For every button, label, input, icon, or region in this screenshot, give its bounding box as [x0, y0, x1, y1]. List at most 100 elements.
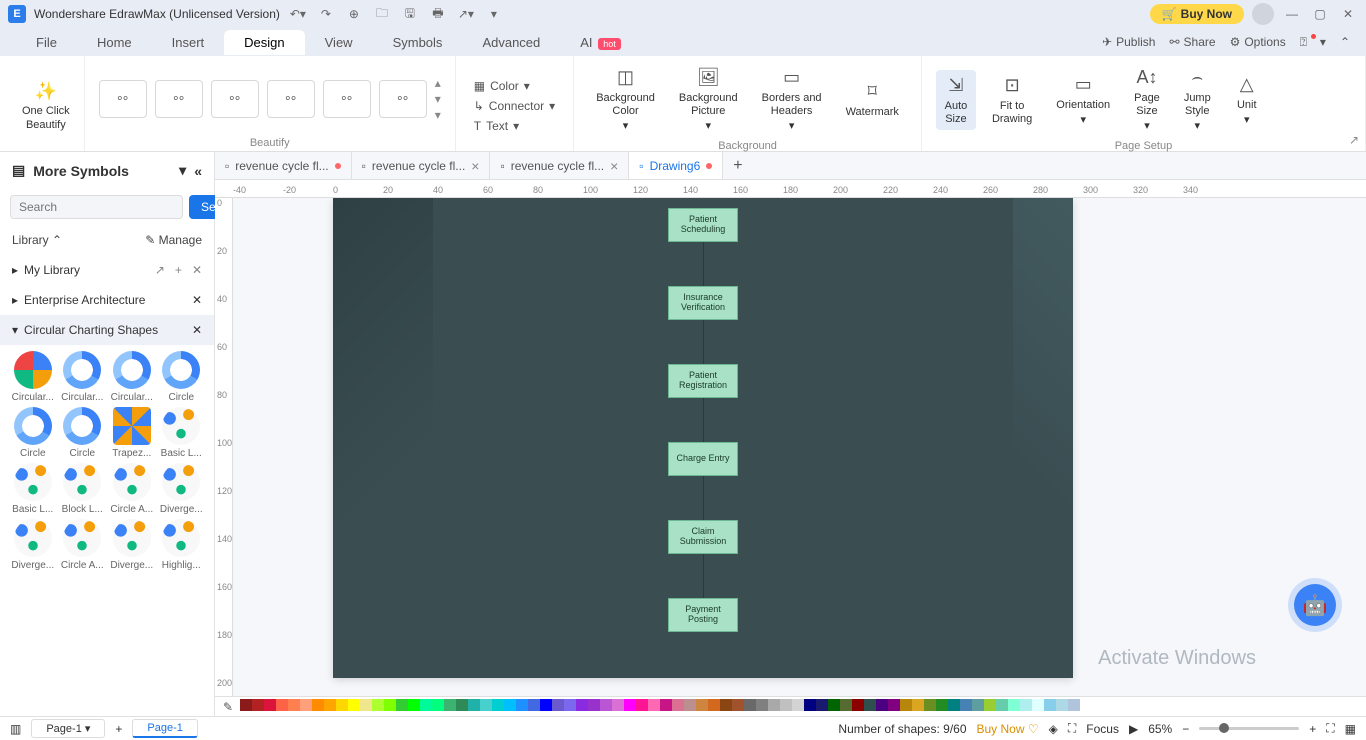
flow-node[interactable]: InsuranceVerification: [668, 286, 738, 320]
color-swatch[interactable]: [1056, 699, 1068, 711]
library-label[interactable]: Library: [12, 233, 49, 247]
collapse-ribbon-icon[interactable]: ⌃: [1340, 35, 1350, 49]
print-icon[interactable]: 🖶: [428, 4, 448, 24]
color-swatch[interactable]: [720, 699, 732, 711]
color-swatch[interactable]: [924, 699, 936, 711]
color-swatch[interactable]: [732, 699, 744, 711]
color-swatch[interactable]: [804, 699, 816, 711]
color-swatch[interactable]: [792, 699, 804, 711]
color-swatch[interactable]: [936, 699, 948, 711]
close-icon[interactable]: ✕: [1338, 4, 1358, 24]
color-swatch[interactable]: [840, 699, 852, 711]
minimize-icon[interactable]: —: [1282, 4, 1302, 24]
color-swatch[interactable]: [468, 699, 480, 711]
color-swatch[interactable]: [300, 699, 312, 711]
color-swatch[interactable]: [528, 699, 540, 711]
color-swatch[interactable]: [852, 699, 864, 711]
color-swatch[interactable]: [756, 699, 768, 711]
color-swatch[interactable]: [1068, 699, 1080, 711]
bg-picture-button[interactable]: 🖼Background Picture▾: [671, 62, 746, 138]
color-swatch[interactable]: [396, 699, 408, 711]
focus-crop-icon[interactable]: ⛶: [1068, 721, 1076, 736]
auto-size-button[interactable]: ⇲Auto Size: [936, 70, 976, 130]
unit-button[interactable]: △Unit▾: [1227, 69, 1267, 131]
fit-page-icon[interactable]: ⛶: [1326, 721, 1334, 736]
search-input[interactable]: [10, 195, 183, 219]
zoom-thumb[interactable]: [1219, 723, 1229, 733]
text-dropdown[interactable]: TText▾: [470, 118, 559, 134]
theme-thumb-3[interactable]: ◦◦: [211, 80, 259, 118]
zoom-slider[interactable]: [1199, 727, 1299, 730]
color-swatch[interactable]: [960, 699, 972, 711]
color-swatch[interactable]: [288, 699, 300, 711]
theme-down-icon[interactable]: ▾: [435, 92, 441, 106]
shape-item[interactable]: Basic L...: [10, 463, 56, 515]
theme-thumb-6[interactable]: ◦◦: [379, 80, 427, 118]
add-tab-button[interactable]: +: [723, 157, 752, 175]
zoom-out-icon[interactable]: −: [1182, 722, 1189, 736]
color-swatch[interactable]: [504, 699, 516, 711]
maximize-icon[interactable]: ▢: [1310, 4, 1330, 24]
menu-insert[interactable]: Insert: [152, 30, 225, 55]
theme-thumb-2[interactable]: ◦◦: [155, 80, 203, 118]
shape-item[interactable]: Trapez...: [109, 407, 155, 459]
menu-design[interactable]: Design: [224, 30, 304, 55]
shape-item[interactable]: Circle A...: [109, 463, 155, 515]
new-icon[interactable]: ⊕: [344, 4, 364, 24]
color-swatch[interactable]: [444, 699, 456, 711]
shape-item[interactable]: Circle A...: [60, 519, 106, 571]
color-swatch[interactable]: [648, 699, 660, 711]
avatar[interactable]: [1252, 3, 1274, 25]
theme-thumb-1[interactable]: ◦◦: [99, 80, 147, 118]
save-icon[interactable]: 🖫: [400, 4, 420, 24]
doc-tab[interactable]: ▫revenue cycle fl...: [215, 152, 352, 179]
close-section-icon[interactable]: ✕: [192, 293, 202, 307]
color-swatch[interactable]: [492, 699, 504, 711]
shape-item[interactable]: Circular...: [60, 351, 106, 403]
sidebar-item-enterprise[interactable]: ▸ Enterprise Architecture ✕: [0, 285, 214, 315]
sidebar-item-mylibrary[interactable]: ▸ My Library ↗+✕: [0, 255, 214, 285]
color-swatch[interactable]: [312, 699, 324, 711]
color-swatch[interactable]: [480, 699, 492, 711]
color-swatch[interactable]: [324, 699, 336, 711]
color-swatch[interactable]: [672, 699, 684, 711]
undo-icon[interactable]: ↶▾: [288, 4, 308, 24]
color-swatch[interactable]: [588, 699, 600, 711]
shape-item[interactable]: Circle: [10, 407, 56, 459]
color-swatch[interactable]: [1044, 699, 1056, 711]
shape-item[interactable]: Circular...: [109, 351, 155, 403]
publish-button[interactable]: ✈Publish: [1102, 35, 1155, 49]
color-swatch[interactable]: [996, 699, 1008, 711]
color-swatch[interactable]: [900, 699, 912, 711]
one-click-beautify-button[interactable]: ✨ One Click Beautify: [14, 75, 78, 135]
color-swatch[interactable]: [372, 699, 384, 711]
flow-node[interactable]: PaymentPosting: [668, 598, 738, 632]
close-lib-icon[interactable]: ✕: [192, 263, 202, 277]
collapse-sidebar-icon[interactable]: «: [194, 163, 202, 179]
theme-up-icon[interactable]: ▴: [435, 76, 441, 90]
shape-item[interactable]: Basic L...: [159, 407, 205, 459]
redo-icon[interactable]: ↷: [316, 4, 336, 24]
fit-drawing-button[interactable]: ⊡Fit to Drawing: [984, 70, 1040, 130]
jump-style-button[interactable]: ⌢Jump Style▾: [1176, 62, 1219, 138]
color-swatch[interactable]: [420, 699, 432, 711]
color-swatch[interactable]: [1008, 699, 1020, 711]
watermark-button[interactable]: ⌑Watermark: [838, 76, 907, 123]
color-swatch[interactable]: [432, 699, 444, 711]
color-swatch[interactable]: [912, 699, 924, 711]
color-swatch[interactable]: [360, 699, 372, 711]
color-swatch[interactable]: [684, 699, 696, 711]
color-swatch[interactable]: [276, 699, 288, 711]
color-swatch[interactable]: [864, 699, 876, 711]
color-swatch[interactable]: [972, 699, 984, 711]
color-swatch[interactable]: [564, 699, 576, 711]
color-swatch[interactable]: [828, 699, 840, 711]
connector-dropdown[interactable]: ↳Connector▾: [470, 98, 559, 114]
grid-view-icon[interactable]: ▦: [1345, 722, 1356, 736]
menu-home[interactable]: Home: [77, 30, 152, 55]
play-icon[interactable]: ▶: [1129, 722, 1138, 736]
pagesetup-launcher-icon[interactable]: ↗: [1349, 133, 1359, 147]
more-icon[interactable]: ▾: [484, 4, 504, 24]
close-tab-icon[interactable]: ×: [610, 158, 618, 174]
color-swatch[interactable]: [552, 699, 564, 711]
